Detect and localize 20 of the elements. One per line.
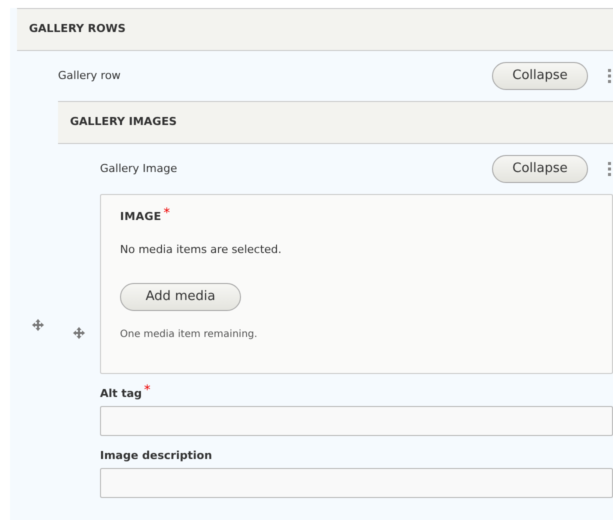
drag-dots-icon[interactable] bbox=[608, 161, 613, 177]
empty-message: No media items are selected. bbox=[120, 242, 283, 258]
row-label: Gallery row bbox=[58, 68, 122, 84]
text-field[interactable] bbox=[100, 406, 613, 436]
field-label: Image description bbox=[100, 448, 212, 464]
remaining-hint: One media item remaining. bbox=[120, 328, 258, 342]
add-media-button[interactable]: Add media bbox=[120, 282, 241, 310]
section-title: GALLERY ROWS bbox=[29, 21, 126, 38]
required-mark: * bbox=[163, 205, 170, 224]
collapse-button[interactable]: Collapse bbox=[492, 62, 588, 90]
fieldset-title: IMAGE bbox=[120, 208, 162, 225]
item-label: Gallery Image bbox=[100, 160, 178, 177]
drag-dots-icon[interactable] bbox=[608, 68, 613, 84]
drag-handle-icon[interactable] bbox=[30, 318, 44, 332]
field-label: Alt tag bbox=[100, 386, 142, 402]
drag-handle-icon[interactable] bbox=[72, 326, 86, 340]
subsection-title: GALLERY IMAGES bbox=[70, 114, 177, 130]
text-field[interactable] bbox=[100, 468, 613, 498]
required-mark: * bbox=[144, 382, 150, 400]
collapse-button[interactable]: Collapse bbox=[492, 155, 588, 183]
